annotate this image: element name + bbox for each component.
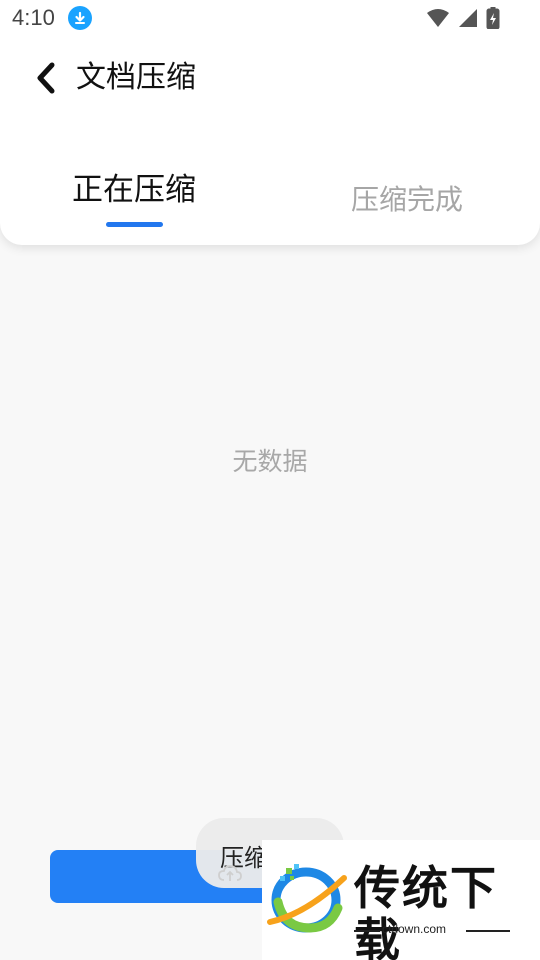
watermark-url: ctdown.com xyxy=(382,922,447,936)
watermark-divider-right xyxy=(466,930,510,932)
status-bar: 4:10 xyxy=(0,0,540,38)
active-tab-indicator xyxy=(106,222,163,227)
status-time: 4:10 xyxy=(12,5,55,30)
download-icon xyxy=(68,6,92,30)
watermark-divider-left xyxy=(354,930,380,932)
tab-compressed[interactable]: 压缩完成 xyxy=(351,178,463,222)
ctdown-logo-icon xyxy=(267,864,347,933)
tab-compressing[interactable]: 正在压缩 xyxy=(72,168,196,212)
page-title: 文档压缩 xyxy=(76,60,196,95)
watermark: 传统下载 ctdown.com xyxy=(262,840,540,960)
upload-cloud-icon xyxy=(218,865,242,881)
signal-icon xyxy=(459,9,477,27)
chevron-left-icon xyxy=(37,62,55,94)
battery-charging-icon xyxy=(486,7,500,29)
wifi-icon xyxy=(427,9,449,27)
back-button[interactable] xyxy=(26,58,66,98)
watermark-brand: 传统下载 xyxy=(354,861,498,960)
empty-state-text: 无数据 xyxy=(232,447,308,476)
